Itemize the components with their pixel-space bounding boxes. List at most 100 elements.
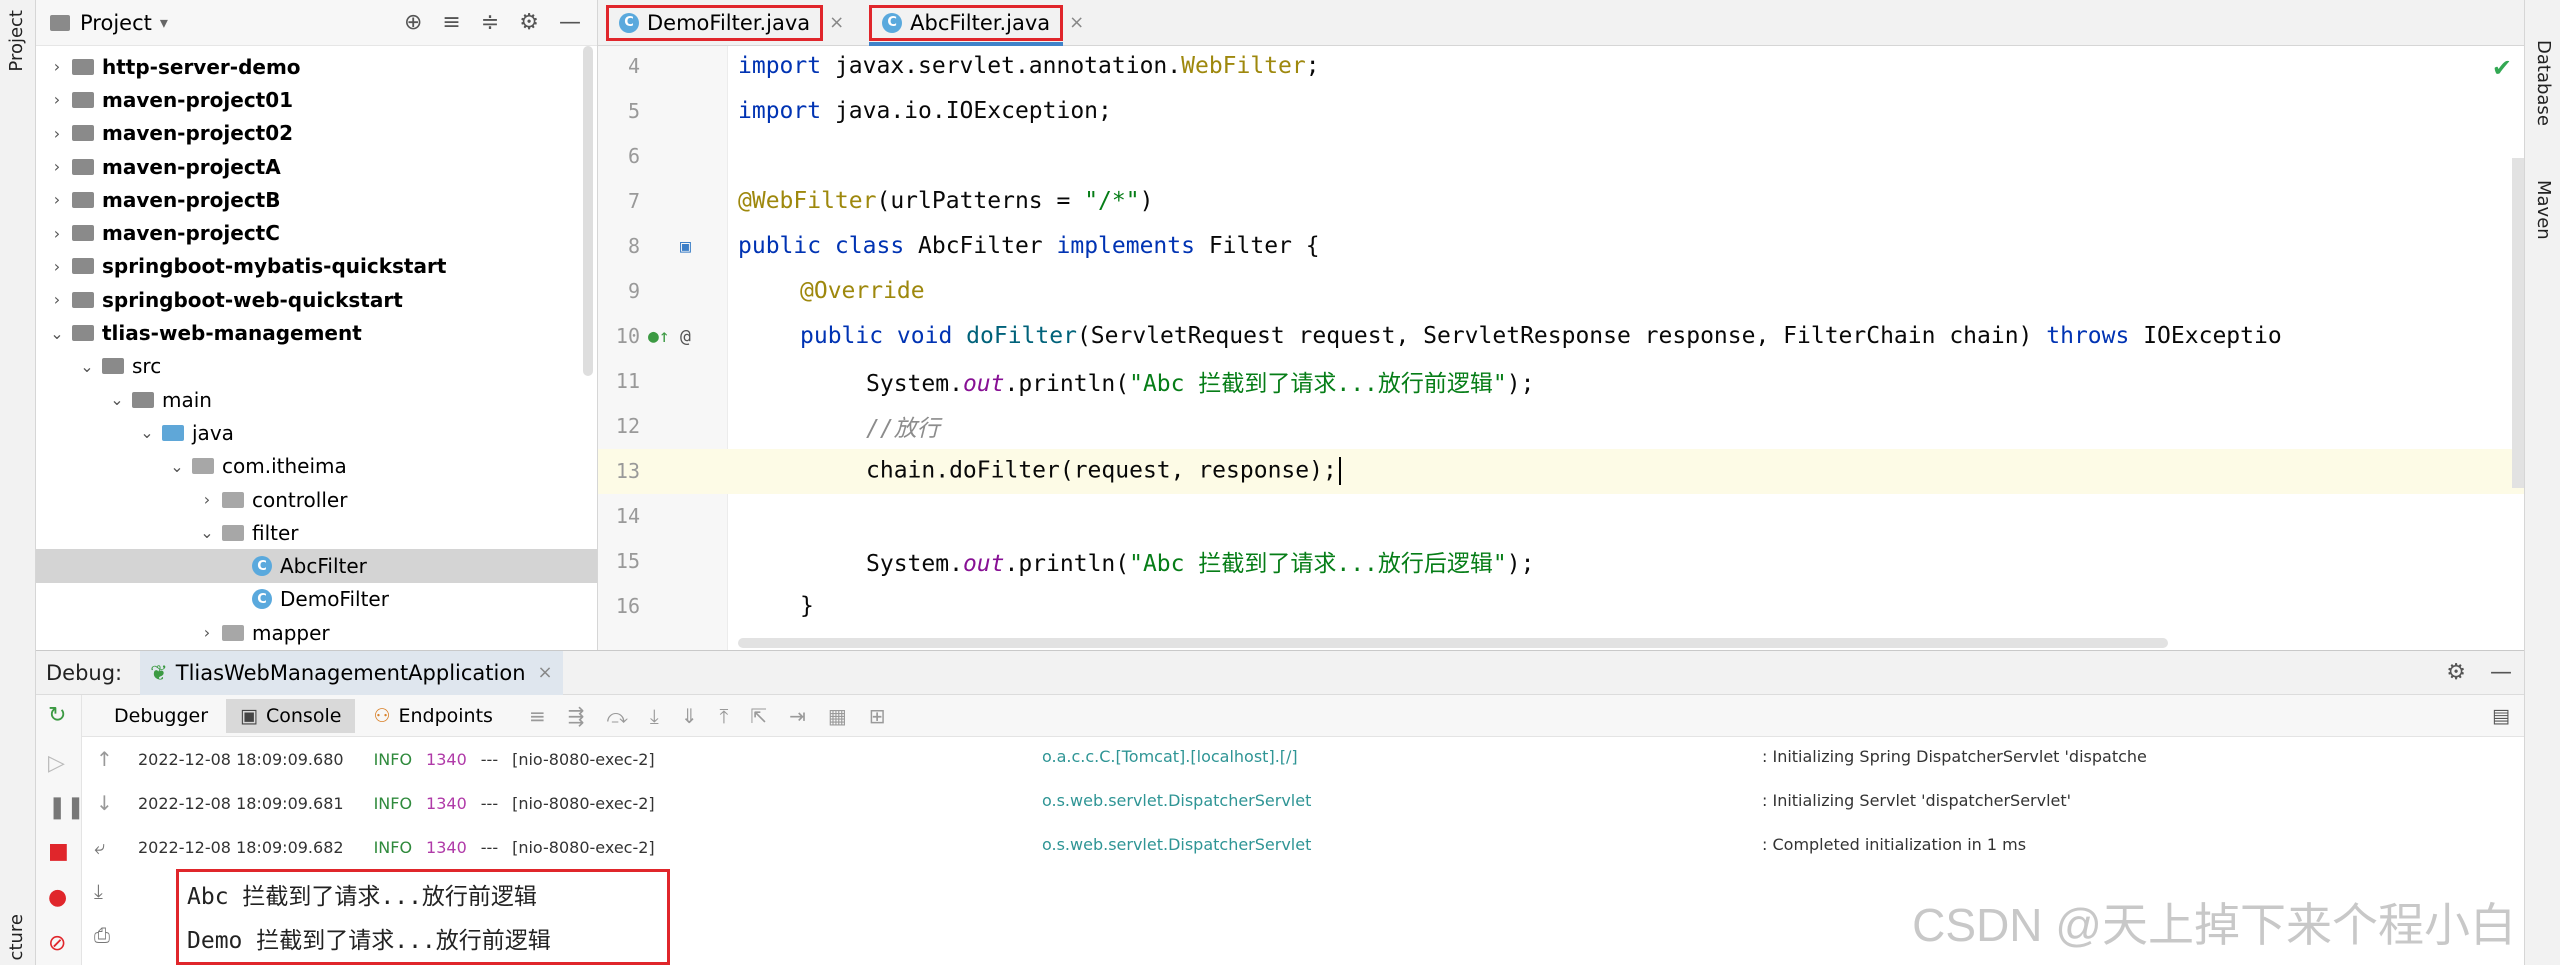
folder-icon [102,358,124,375]
evaluate-icon[interactable]: ▦ [828,704,847,728]
tab-debugger[interactable]: Debugger [100,699,222,733]
chevron-right-icon[interactable]: › [196,490,218,509]
print-icon[interactable]: ⎙ [94,923,110,947]
tree-item-springboot-web-quickstart[interactable]: › springboot-web-quickstart [36,283,597,316]
code-editor[interactable]: ✔ 4 import javax.servlet.annotation.WebF… [598,46,2524,650]
tab-console[interactable]: ▣ Console [226,698,356,733]
maven-tool-button[interactable]: Maven [2533,180,2554,240]
mute-breakpoints-icon[interactable]: ⊘ [48,931,66,956]
close-icon[interactable]: × [829,12,844,33]
chevron-right-icon[interactable]: › [46,90,68,109]
tree-item-http-server-demo[interactable]: › http-server-demo [36,50,597,83]
scroll-to-end-icon[interactable]: ⤓ [94,879,103,903]
tree-item-mapper[interactable]: › mapper [36,616,597,649]
code-line: 6 [598,134,2524,179]
tab-label: Endpoints [398,704,493,727]
tree-item-src[interactable]: ⌄ src [36,350,597,383]
tree-item-springboot-mybatis-quickstart[interactable]: › springboot-mybatis-quickstart [36,250,597,283]
chevron-down-icon[interactable]: ⌄ [106,390,128,409]
line-number: 16 [615,594,640,619]
close-icon[interactable]: × [1069,12,1084,33]
tree-item-demofilter[interactable]: C DemoFilter [36,583,597,616]
chevron-down-icon[interactable]: ⌄ [76,357,98,376]
project-scrollbar[interactable] [583,46,593,376]
chevron-right-icon[interactable]: › [46,190,68,209]
chevron-down-icon[interactable]: ▾ [160,13,168,32]
chevron-right-icon[interactable]: › [196,623,218,642]
chevron-right-icon[interactable]: › [46,124,68,143]
code-line: 8 ▣ public class AbcFilter implements Fi… [598,224,2524,269]
tree-item-abcfilter[interactable]: C AbcFilter [36,549,597,583]
line-number: 13 [615,459,640,484]
run-to-cursor-icon[interactable]: ⇥ [789,704,806,728]
tree-item-controller[interactable]: › controller [36,483,597,516]
step-over-icon[interactable]: ⤼ [606,704,627,728]
chevron-down-icon[interactable]: ⌄ [136,423,158,442]
gear-icon[interactable]: ⚙ [519,10,539,35]
project-tool-button[interactable]: Project [6,10,27,72]
tree-item-java[interactable]: ⌄ java [36,416,597,449]
step-out-icon[interactable]: ⤒ [719,704,728,728]
line-number: 10 [615,324,640,349]
editor-horizontal-scrollbar[interactable] [738,638,2168,648]
tree-item-maven-project01[interactable]: › maven-project01 [36,83,597,116]
stop-icon[interactable]: ■ [48,839,69,864]
trace-icon[interactable]: ⊞ [869,704,886,728]
log-message: : Initializing Servlet 'dispatcherServle… [1762,791,2072,810]
tree-item-maven-projectb[interactable]: › maven-projectB [36,183,597,216]
collapse-all-icon[interactable]: ≑ [481,10,499,35]
view-breakpoints-icon[interactable]: ● [48,885,67,910]
resume-icon[interactable]: ▷ [48,751,65,776]
minimize-icon[interactable]: — [559,10,581,35]
layout-icon[interactable]: ▤ [2492,705,2510,727]
drop-frame-icon[interactable]: ⇱ [750,704,767,728]
panel-title[interactable]: Project [80,11,152,35]
tree-item-maven-project02[interactable]: › maven-project02 [36,117,597,150]
tab-abcfilter[interactable]: C AbcFilter.java × [869,4,1084,46]
step-into-icon[interactable]: ⤓ [650,704,659,728]
implementing-icon[interactable]: ▣ [680,236,691,257]
code-line: 7 @WebFilter(urlPatterns = "/*") [598,179,2524,224]
chevron-right-icon[interactable]: › [46,224,68,243]
line-number: 4 [627,54,640,79]
chevron-down-icon[interactable]: ⌄ [46,324,68,343]
database-tool-button[interactable]: Database [2533,40,2554,126]
locate-icon[interactable]: ⊕ [404,10,422,35]
rerun-icon[interactable]: ↻ [48,703,66,728]
gear-icon[interactable]: ⚙ [2446,660,2466,685]
menu-icon[interactable]: ≡ [529,704,546,728]
chevron-right-icon[interactable]: › [46,290,68,309]
expand-all-icon[interactable]: ≡ [442,10,460,35]
run-config-tab[interactable]: ❦ TliasWebManagementApplication × [140,650,563,695]
minimize-icon[interactable]: — [2490,660,2512,685]
editor-vertical-scrollbar[interactable] [2512,158,2524,488]
at-icon[interactable]: @ [680,326,691,347]
log-logger: o.s.web.servlet.DispatcherServlet [1042,835,1312,854]
tree-item-main[interactable]: ⌄ main [36,383,597,416]
pause-icon[interactable]: ❚❚ [48,795,85,820]
close-icon[interactable]: × [538,662,553,683]
tab-demofilter[interactable]: C DemoFilter.java × [606,4,844,41]
tree-item-com-itheima[interactable]: ⌄ com.itheima [36,450,597,483]
module-icon [72,225,94,242]
tree-item-tlias-web-management[interactable]: ⌄ tlias-web-management [36,316,597,349]
tree-item-maven-projecta[interactable]: › maven-projectA [36,150,597,183]
line-number: 14 [615,504,640,529]
code-line: 11 System.out.println("Abc 拦截到了请求...放行前逻… [598,359,2524,404]
tree-item-maven-projectc[interactable]: › maven-projectC [36,216,597,249]
show-execution-point-icon[interactable]: ⇶ [568,704,585,728]
chevron-down-icon[interactable]: ⌄ [166,457,188,476]
breakpoint-override-icon[interactable]: ●↑ [648,326,670,347]
tab-endpoints[interactable]: ⚇ Endpoints [359,699,507,733]
chevron-down-icon[interactable]: ⌄ [196,523,218,542]
tab-label: DemoFilter.java [647,10,811,35]
tree-item-label: com.itheima [222,454,347,479]
chevron-right-icon[interactable]: › [46,57,68,76]
tree-item-label: springboot-mybatis-quickstart [102,254,447,279]
tree-item-filter[interactable]: ⌄ filter [36,516,597,549]
chevron-right-icon[interactable]: › [46,257,68,276]
structure-tool-button[interactable]: cture [6,914,27,960]
chevron-right-icon[interactable]: › [46,157,68,176]
force-step-into-icon[interactable]: ⇓ [681,704,698,728]
text-cursor [1338,457,1341,486]
